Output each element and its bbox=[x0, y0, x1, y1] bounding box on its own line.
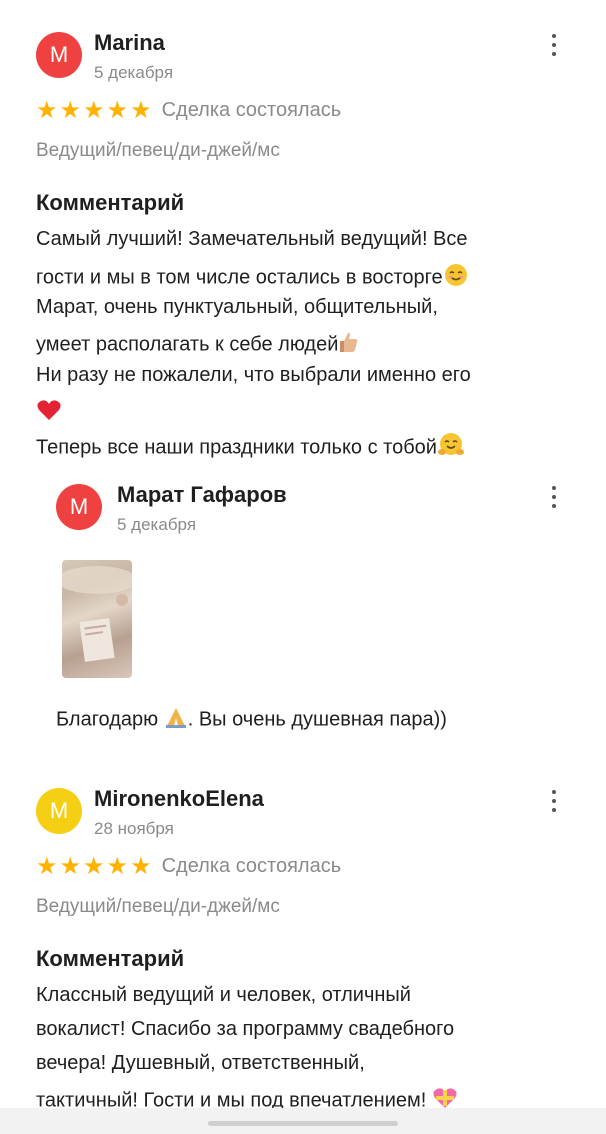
review-date: 5 декабря bbox=[94, 63, 174, 82]
deal-status: Сделка состоялась bbox=[161, 854, 342, 877]
star-icon: ★ bbox=[36, 96, 58, 124]
reply-more-options-button[interactable] bbox=[550, 486, 558, 508]
more-options-button[interactable] bbox=[550, 34, 558, 56]
rating-row: ★ ★ ★ ★ ★ Сделка состоялась bbox=[36, 854, 341, 878]
deal-status: Сделка состоялась bbox=[161, 98, 342, 121]
hugging-face-icon bbox=[437, 432, 465, 464]
red-heart-icon bbox=[36, 398, 62, 428]
review-date: 28 ноября bbox=[94, 819, 174, 838]
comment-line bbox=[36, 398, 62, 428]
star-icon: ★ bbox=[59, 96, 82, 124]
avatar-letter: M bbox=[69, 494, 89, 519]
service-category: Ведущий/певец/ди-джей/мс bbox=[36, 896, 280, 917]
star-icon: ★ bbox=[106, 852, 129, 880]
star-icon: ★ bbox=[106, 96, 129, 124]
reply-text: Благодарю . Вы очень душевная пара)) bbox=[56, 706, 447, 734]
more-vertical-icon bbox=[552, 486, 556, 490]
comment-line: Ни разу не пожалели, что выбрали именно … bbox=[36, 364, 471, 386]
comment-line: Классный ведущий и человек, отличный bbox=[36, 984, 411, 1006]
star-icon: ★ bbox=[83, 852, 105, 880]
comment-line: Теперь все наши праздники только с тобой bbox=[36, 432, 465, 464]
star-rating: ★ ★ ★ ★ ★ bbox=[36, 98, 152, 122]
comment-line: гости и мы в том числе остались в востор… bbox=[36, 262, 469, 294]
star-icon: ★ bbox=[83, 96, 105, 124]
star-icon: ★ bbox=[130, 96, 152, 124]
comment-heading: Комментарий bbox=[36, 190, 185, 215]
more-vertical-icon bbox=[552, 790, 556, 794]
avatar-letter: M bbox=[49, 42, 69, 67]
author-name[interactable]: Marina bbox=[94, 30, 165, 56]
avatar[interactable]: M bbox=[36, 32, 82, 78]
service-category: Ведущий/певец/ди-джей/мс bbox=[36, 140, 280, 161]
more-options-button[interactable] bbox=[550, 790, 558, 812]
comment-line: вокалист! Спасибо за программу свадебног… bbox=[36, 1018, 455, 1040]
home-indicator[interactable] bbox=[208, 1121, 398, 1126]
reply-date: 5 декабря bbox=[117, 515, 197, 534]
folded-hands-icon bbox=[164, 706, 188, 734]
comment-heading: Комментарий bbox=[36, 946, 185, 971]
comment-line: вечера! Душевный, ответственный, bbox=[36, 1052, 365, 1074]
star-icon: ★ bbox=[59, 852, 82, 880]
rating-row: ★ ★ ★ ★ ★ Сделка состоялась bbox=[36, 98, 341, 122]
avatar[interactable]: M bbox=[36, 788, 82, 834]
avatar-letter: M bbox=[49, 798, 69, 823]
comment-line: Марат, очень пунктуальный, общительный, bbox=[36, 296, 438, 318]
smiling-face-icon bbox=[443, 262, 469, 294]
star-rating: ★ ★ ★ ★ ★ bbox=[36, 854, 152, 878]
reply-avatar[interactable]: M bbox=[56, 484, 102, 530]
thumbs-up-icon bbox=[338, 330, 360, 360]
comment-line: умеет располагать к себе людей bbox=[36, 330, 360, 360]
more-vertical-icon bbox=[552, 34, 556, 38]
star-icon: ★ bbox=[130, 852, 152, 880]
reply-author-name[interactable]: Марат Гафаров bbox=[117, 482, 287, 508]
star-icon: ★ bbox=[36, 852, 58, 880]
comment-line: Самый лучший! Замечательный ведущий! Все bbox=[36, 228, 468, 250]
review-card: M MironenkoElena 28 ноября ★ ★ ★ ★ ★ Сде… bbox=[0, 760, 606, 1120]
reply-photo-thumbnail[interactable] bbox=[62, 560, 132, 678]
author-name[interactable]: MironenkoElena bbox=[94, 786, 264, 812]
review-card: M Marina 5 декабря ★ ★ ★ ★ ★ Сделка сост… bbox=[0, 0, 606, 760]
